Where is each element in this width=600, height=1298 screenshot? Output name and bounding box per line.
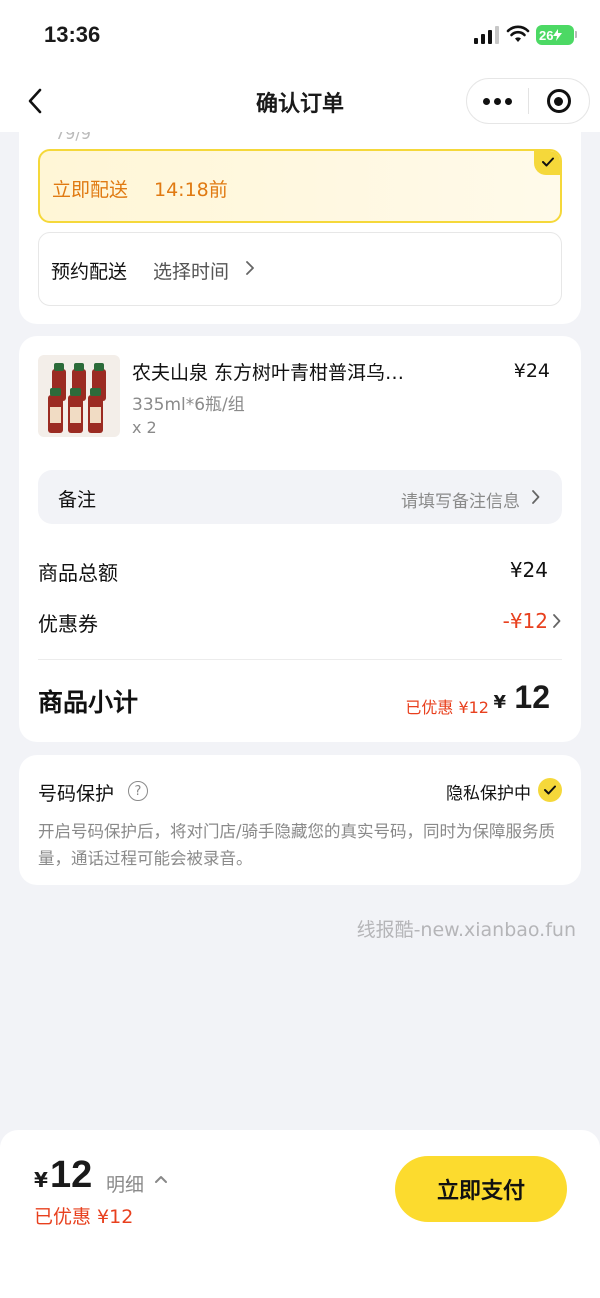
total-label: 商品总额 — [38, 561, 118, 585]
chevron-right-icon — [246, 261, 254, 275]
remark-label: 备注 — [58, 489, 97, 511]
status-time: 13:36 — [44, 22, 101, 47]
delivery-now-label: 立即配送 — [52, 179, 129, 201]
product-name: 农夫山泉 东方树叶青柑普洱乌… — [132, 362, 405, 384]
order-card: 农夫山泉 东方树叶青柑普洱乌… ¥24 335ml*6瓶/组 x 2 备注 请填… — [19, 336, 581, 742]
subtotal-value: 12 — [514, 679, 550, 715]
product-quantity: x 2 — [132, 418, 157, 437]
status-bar: 13:36 26 — [0, 0, 600, 70]
battery-icon: 26 — [536, 25, 574, 45]
coupon-label[interactable]: 优惠券 — [38, 608, 98, 637]
chevron-right-icon[interactable] — [552, 614, 561, 628]
total-amount: 12 — [50, 1154, 93, 1196]
signal-icon — [474, 26, 499, 44]
battery-tip — [575, 31, 577, 38]
battery-level: 26 — [539, 27, 554, 43]
more-dots-icon[interactable] — [467, 97, 528, 105]
select-time-label: 选择时间 — [153, 261, 230, 283]
subtotal-label: 商品小计 — [38, 688, 139, 717]
chevron-right-icon — [532, 490, 540, 504]
close-target-icon[interactable] — [529, 89, 589, 113]
delivery-now-option[interactable]: 立即配送 14:18前 — [38, 149, 562, 223]
bottom-pay-bar: ¥ 12 明细 已优惠 ¥12 立即支付 — [0, 1130, 600, 1298]
delivery-schedule-label: 预约配送 — [51, 261, 128, 283]
pay-now-button[interactable]: 立即支付 — [395, 1156, 567, 1222]
remark-field[interactable]: 备注 请填写备注信息 — [38, 470, 562, 524]
privacy-check-icon[interactable] — [538, 778, 562, 802]
total-saved: 已优惠 ¥12 — [34, 1206, 134, 1228]
mini-program-capsule — [466, 78, 590, 124]
total-value: ¥24 — [509, 558, 548, 582]
product-price: ¥24 — [513, 360, 550, 382]
coupon-value[interactable]: -¥12 — [503, 609, 548, 633]
product-image — [38, 355, 120, 437]
cut-off-text: 79/9 — [55, 132, 91, 143]
privacy-card: 号码保护 ? 隐私保护中 开启号码保护后，将对门店/骑手隐藏您的真实号码，同时为… — [19, 755, 581, 885]
privacy-status: 隐私保护中 — [446, 784, 531, 804]
privacy-title: 号码保护 — [38, 783, 115, 805]
subtotal-saved: 已优惠 ¥12 — [405, 698, 489, 717]
delivery-now-time: 14:18前 — [154, 179, 228, 201]
remark-placeholder: 请填写备注信息 — [401, 492, 520, 512]
subtotal-currency: ¥ — [493, 692, 506, 713]
product-spec: 335ml*6瓶/组 — [132, 395, 245, 415]
wifi-icon — [506, 25, 530, 42]
total-currency: ¥ — [34, 1168, 48, 1192]
detail-toggle[interactable]: 明细 — [106, 1170, 144, 1197]
help-icon[interactable]: ? — [128, 781, 148, 801]
chevron-up-icon[interactable] — [154, 1174, 168, 1184]
delivery-schedule-option[interactable]: 预约配送 选择时间 — [38, 232, 562, 306]
nav-bar: 确认订单 — [0, 70, 600, 132]
divider — [38, 659, 562, 660]
charging-bolt-icon — [553, 29, 563, 41]
delivery-card: 79/9 立即配送 14:18前 预约配送 选择时间 — [19, 132, 581, 324]
privacy-description: 开启号码保护后，将对门店/骑手隐藏您的真实号码，同时为保障服务质量，通话过程可能… — [38, 822, 556, 868]
watermark: 线报酷-new.xianbao.fun — [356, 919, 576, 941]
selected-check-icon — [534, 151, 560, 175]
